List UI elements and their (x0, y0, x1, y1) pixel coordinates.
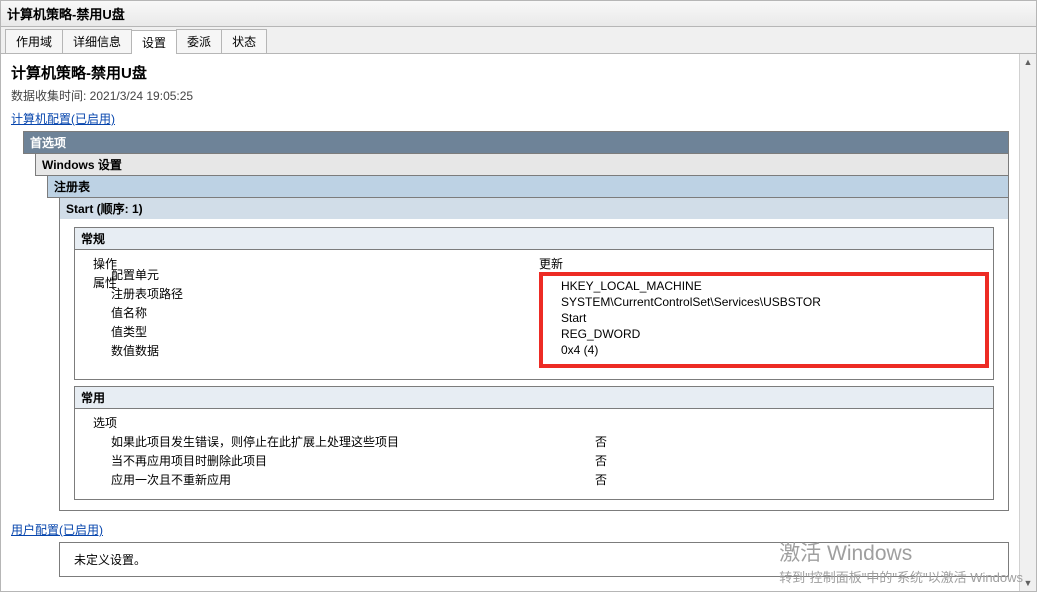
tab-details[interactable]: 详细信息 (62, 29, 132, 53)
tab-settings[interactable]: 设置 (131, 30, 177, 54)
general-row-4-k: 数值数据 (75, 341, 515, 360)
user-config-panel: 未定义设置。 (59, 542, 1009, 577)
general-action-value: 更新 (535, 254, 993, 273)
panel-general: 操作 更新 属性 HKEY_LOCAL_MACHINE SYSTEM\Cu (74, 249, 994, 380)
common-row-1-v: 否 (535, 451, 993, 470)
header-registry[interactable]: 注册表 (47, 175, 1009, 198)
panel-common: 选项 如果此项目发生错误，则停止在此扩展上处理这些项目 否 当不再应用项目时删除… (74, 408, 994, 500)
header-general[interactable]: 常规 (74, 227, 994, 250)
header-winsettings[interactable]: Windows 设置 (35, 153, 1009, 176)
common-options-label: 选项 (75, 413, 535, 432)
user-config-text: 未定义设置。 (74, 553, 146, 567)
common-row-2-v: 否 (535, 470, 993, 489)
tab-status[interactable]: 状态 (221, 29, 267, 53)
general-row-3-v: REG_DWORD (545, 326, 983, 342)
tab-delegate[interactable]: 委派 (176, 29, 222, 53)
header-prefs[interactable]: 首选项 (23, 131, 1009, 154)
general-row-2-k: 值名称 (75, 303, 515, 322)
header-start[interactable]: Start (顺序: 1) (59, 197, 1009, 220)
link-user-config[interactable]: 用户配置(已启用) (11, 519, 1009, 542)
general-row-1-k: 注册表项路径 (75, 284, 515, 303)
general-row-3-k: 值类型 (75, 322, 515, 341)
vertical-scrollbar[interactable]: ▲ ▼ (1019, 54, 1036, 591)
doc-subtitle: 数据收集时间: 2021/3/24 19:05:25 (11, 87, 1009, 104)
general-row-0-v: HKEY_LOCAL_MACHINE (545, 278, 983, 294)
scroll-up-icon[interactable]: ▲ (1021, 54, 1036, 70)
general-row-0-k: 配置单元 (75, 265, 515, 284)
common-row-2-k: 应用一次且不重新应用 (75, 470, 535, 489)
link-computer-config[interactable]: 计算机配置(已启用) (11, 108, 1009, 131)
highlight-box: HKEY_LOCAL_MACHINE SYSTEM\CurrentControl… (539, 272, 989, 368)
general-row-1-v: SYSTEM\CurrentControlSet\Services\USBSTO… (545, 294, 983, 310)
tab-row: 作用域 详细信息 设置 委派 状态 (1, 27, 1036, 54)
panel-general-wrapper: 常规 操作 更新 属性 (59, 219, 1009, 511)
scroll-down-icon[interactable]: ▼ (1021, 575, 1036, 591)
tab-scope[interactable]: 作用域 (5, 29, 63, 53)
header-common[interactable]: 常用 (74, 386, 994, 409)
general-row-4-v: 0x4 (4) (545, 342, 983, 358)
common-row-1-k: 当不再应用项目时删除此项目 (75, 451, 535, 470)
doc-title: 计算机策略-禁用U盘 (11, 62, 1009, 83)
window-title: 计算机策略-禁用U盘 (1, 1, 1036, 27)
common-row-0-v: 否 (535, 432, 993, 451)
common-row-0-k: 如果此项目发生错误，则停止在此扩展上处理这些项目 (75, 432, 535, 451)
general-row-2-v: Start (545, 310, 983, 326)
content-area: 计算机策略-禁用U盘 数据收集时间: 2021/3/24 19:05:25 计算… (1, 54, 1019, 591)
